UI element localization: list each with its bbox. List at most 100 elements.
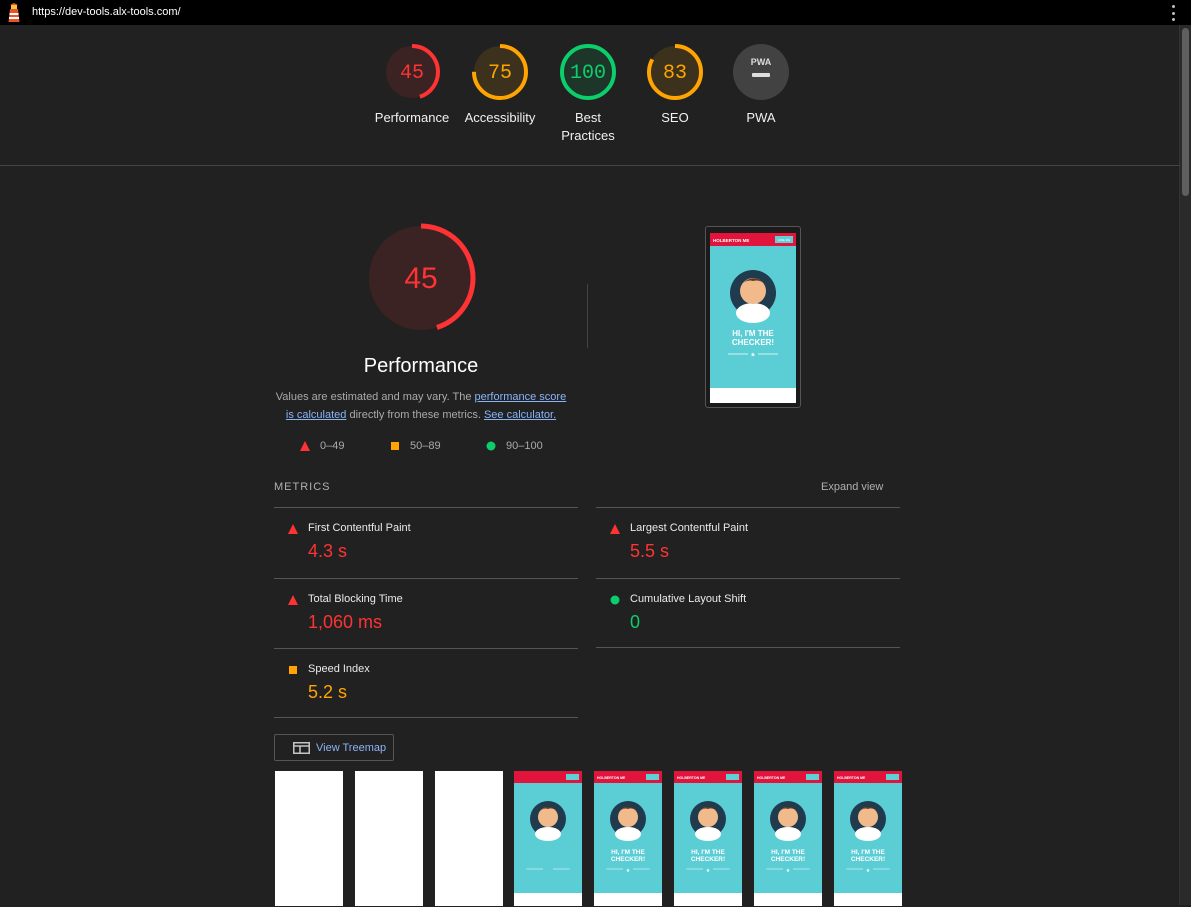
legend-range: 0–49 — [320, 440, 345, 452]
metric-first-contentful-paint: First Contentful Paint 4.3 s — [274, 507, 578, 578]
view-treemap-button[interactable]: View Treemap — [274, 734, 394, 761]
scrollbar-thumb[interactable] — [1182, 28, 1189, 196]
filmstrip-frame — [513, 770, 583, 907]
svg-text:★: ★ — [706, 868, 711, 874]
metric-cumulative-layout-shift: Cumulative Layout Shift 0 — [596, 578, 900, 649]
metric-speed-index: Speed Index 5.2 s — [274, 648, 578, 719]
expand-view-toggle[interactable]: Expand view — [821, 481, 883, 493]
svg-text:HI, I'M THE: HI, I'M THE — [691, 849, 725, 856]
desc-text: Values are estimated and may vary. The — [275, 391, 475, 403]
metric-value: 4.3 s — [308, 541, 348, 561]
metrics-divider — [274, 717, 578, 718]
lighthouse-icon — [8, 3, 20, 22]
vertical-scrollbar[interactable] — [1179, 25, 1191, 905]
triangle-icon — [300, 441, 310, 451]
score-summary: 45 Performance 75 Accessibility 100 Best… — [0, 25, 1180, 166]
gauge-label: Best Practices — [561, 110, 615, 143]
screenshot-headline: CHECKER! — [732, 338, 774, 347]
gauge-pwa[interactable]: PWA PWA — [716, 43, 806, 127]
screenshot-brand: HOLBERTON ME — [713, 238, 749, 243]
square-icon — [391, 442, 399, 450]
browser-bar: https://dev-tools.alx-tools.com/ — [0, 0, 1191, 25]
gauge-performance[interactable]: 45 Performance — [367, 43, 457, 127]
screenshot-button: HIRE ME — [778, 238, 791, 242]
metric-largest-contentful-paint: Largest Contentful Paint 5.5 s — [596, 507, 900, 578]
gauge-label: PWA — [746, 110, 776, 125]
metric-total-blocking-time: Total Blocking Time 1,060 ms — [274, 578, 578, 649]
svg-text:★: ★ — [750, 352, 755, 359]
average-square-icon — [289, 666, 297, 674]
fail-triangle-icon — [288, 595, 298, 605]
screenshot-headline: HI, I'M THE — [732, 329, 774, 338]
svg-text:CHECKER!: CHECKER! — [691, 856, 725, 863]
legend-range: 90–100 — [506, 440, 543, 452]
metric-name: Cumulative Layout Shift — [630, 593, 747, 605]
gauge-score-text: 75 — [488, 62, 512, 85]
more-menu-icon[interactable] — [1172, 5, 1176, 21]
performance-title: Performance — [363, 355, 479, 377]
gauge-accessibility[interactable]: 75 Accessibility — [455, 43, 545, 127]
metric-name: First Contentful Paint — [308, 522, 411, 534]
svg-text:★: ★ — [626, 868, 631, 874]
metrics-divider — [596, 647, 900, 648]
gauge-score-text: 83 — [663, 62, 687, 85]
filmstrip: HOLBERTON ME HI, I'M THE CHECKER! ★ HOLBERTO… — [274, 770, 903, 907]
filmstrip-frame — [354, 770, 424, 907]
gauge-score-text: 100 — [570, 62, 606, 85]
vertical-divider — [587, 284, 588, 348]
svg-text:HI, I'M THE: HI, I'M THE — [611, 849, 645, 856]
gauge-score-text: 45 — [400, 62, 424, 85]
fail-triangle-icon — [610, 524, 620, 534]
legend-average: 50–89 — [390, 440, 441, 452]
performance-gauge-icon: 45 — [384, 44, 440, 100]
desc-text: directly from these metrics. — [346, 409, 484, 421]
fail-triangle-icon — [288, 524, 298, 534]
svg-text:CHECKER!: CHECKER! — [771, 856, 805, 863]
seo-gauge-icon: 83 — [647, 44, 703, 100]
pass-circle-icon — [610, 595, 620, 605]
filmstrip-frame: HOLBERTON ME HI, I'M THE CHECKER! ★ — [833, 770, 903, 907]
metrics-heading: METRICS — [274, 481, 331, 493]
metric-value: 0 — [630, 612, 641, 632]
svg-text:HOLBERTON ME: HOLBERTON ME — [597, 776, 626, 780]
svg-text:HOLBERTON ME: HOLBERTON ME — [837, 776, 866, 780]
metric-value: 5.5 s — [630, 541, 670, 561]
legend-fail: 0–49 — [300, 440, 344, 452]
filmstrip-frame: HOLBERTON ME HI, I'M THE CHECKER! ★ — [673, 770, 743, 907]
metric-name: Speed Index — [308, 663, 370, 675]
svg-text:HOLBERTON ME: HOLBERTON ME — [677, 776, 706, 780]
gauge-label: Performance — [374, 110, 450, 125]
pwa-badge-icon: PWA — [733, 44, 789, 100]
filmstrip-frame: HOLBERTON ME HI, I'M THE CHECKER! ★ — [753, 770, 823, 907]
svg-text:HOLBERTON ME: HOLBERTON ME — [757, 776, 786, 780]
performance-description: Values are estimated and may vary. The p… — [273, 388, 569, 424]
gauge-best-practices[interactable]: 100 Best Practices — [542, 43, 634, 145]
metric-name: Total Blocking Time — [308, 593, 403, 605]
svg-text:HI, I'M THE: HI, I'M THE — [771, 849, 805, 856]
see-calculator-link[interactable]: See calculator. — [484, 409, 556, 421]
svg-text:★: ★ — [866, 868, 871, 874]
address-bar-url[interactable]: https://dev-tools.alx-tools.com/ — [32, 6, 181, 18]
svg-text:HI, I'M THE: HI, I'M THE — [851, 849, 885, 856]
metric-name: Largest Contentful Paint — [630, 522, 749, 534]
pwa-badge-text: PWA — [751, 57, 772, 67]
filmstrip-frame — [274, 770, 344, 907]
best-practices-gauge-icon: 100 — [560, 44, 616, 100]
svg-text:★: ★ — [786, 868, 791, 874]
final-screenshot-image: HOLBERTON ME HIRE ME HI, I'M THE CHECKER… — [710, 233, 796, 403]
gauge-label: Accessibility — [464, 110, 536, 125]
legend-pass: 90–100 — [486, 440, 543, 452]
circle-icon — [486, 441, 496, 451]
page-screenshot: HOLBERTON ME HIRE ME HI, I'M THE CHECKER… — [710, 233, 796, 403]
gauge-seo[interactable]: 83 SEO — [630, 43, 720, 127]
final-screenshot[interactable]: HOLBERTON ME HIRE ME HI, I'M THE CHECKER… — [705, 226, 801, 408]
performance-score-text: 45 — [404, 262, 437, 295]
svg-text:CHECKER!: CHECKER! — [851, 856, 885, 863]
legend-range: 50–89 — [410, 440, 441, 452]
filmstrip-frame: HOLBERTON ME HI, I'M THE CHECKER! ★ — [593, 770, 663, 907]
svg-text:CHECKER!: CHECKER! — [611, 856, 645, 863]
accessibility-gauge-icon: 75 — [472, 44, 528, 100]
gauge-label: SEO — [661, 110, 689, 125]
metric-value: 5.2 s — [308, 682, 348, 702]
performance-score-gauge: 45 — [366, 223, 476, 333]
